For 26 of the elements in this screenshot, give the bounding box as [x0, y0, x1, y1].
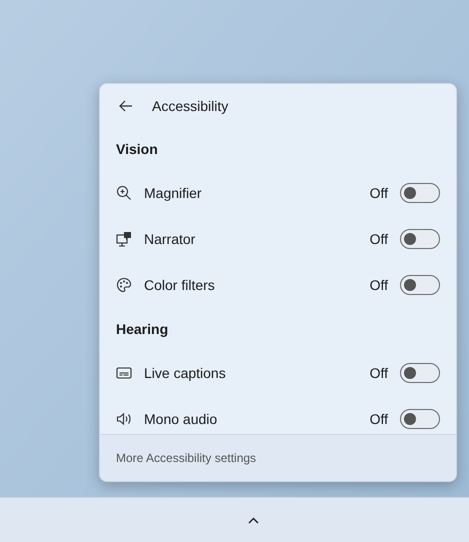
narrator-icon [116, 231, 132, 247]
toggle-switch[interactable] [400, 183, 440, 203]
back-icon [119, 100, 133, 112]
panel-title: Accessibility [152, 96, 228, 116]
settings-link[interactable]: More Accessibility settings [116, 449, 256, 467]
state-label: Off [370, 364, 388, 382]
toggle-switch[interactable] [400, 229, 440, 249]
toggle-switch[interactable] [400, 363, 440, 383]
section-heading: Vision [116, 140, 158, 158]
speaker-icon [116, 411, 132, 427]
section-heading: Hearing [116, 320, 168, 339]
state-label: Off [370, 410, 388, 428]
state-label: Off [370, 184, 388, 202]
toggle-switch[interactable] [400, 275, 440, 295]
setting-label: Narrator [144, 230, 196, 248]
toggle-switch[interactable] [400, 409, 440, 429]
setting-label: Magnifier [144, 184, 203, 203]
caret-icon [248, 516, 258, 524]
state-label: Off [370, 230, 388, 248]
setting-label: Mono audio [144, 410, 218, 428]
setting-label: Live captions [144, 364, 227, 383]
state-label: Off [370, 276, 388, 294]
captions-icon [116, 365, 132, 381]
palette-icon [116, 277, 132, 293]
setting-label: Color filters [144, 276, 216, 294]
magnifier-icon [116, 185, 132, 201]
